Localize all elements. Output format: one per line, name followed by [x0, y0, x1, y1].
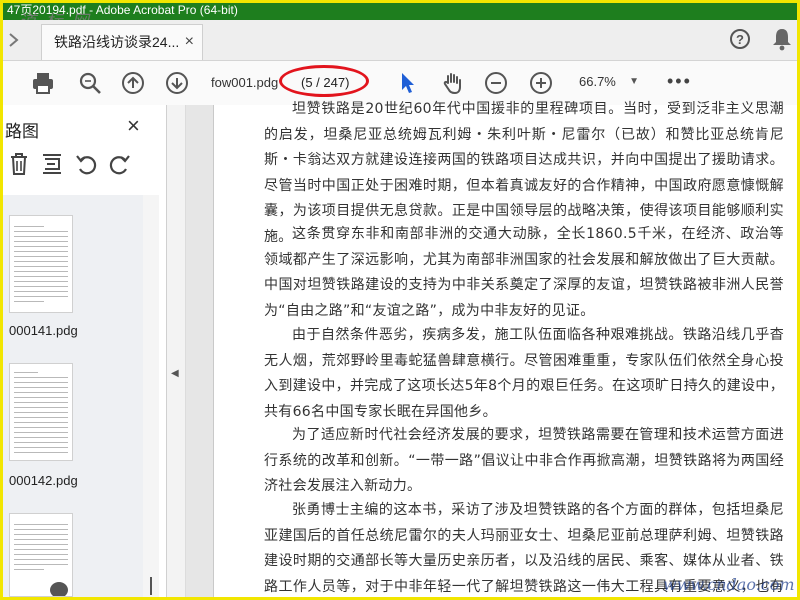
- hand-icon[interactable]: [441, 71, 465, 95]
- more-icon[interactable]: •••: [667, 71, 692, 92]
- chevron-down-icon: ▼: [629, 76, 639, 87]
- watermark-bottom: www.cndao.com: [663, 575, 795, 594]
- zoom-dropdown[interactable]: 66.7% ▼: [573, 69, 643, 95]
- menu-arrow-icon[interactable]: [7, 32, 21, 48]
- tab-close-icon[interactable]: ×: [185, 25, 194, 59]
- extract-icon[interactable]: [41, 153, 63, 175]
- thumbnail-label: 000142.pdg: [9, 473, 78, 488]
- thumbnail-label: 000141.pdg: [9, 323, 78, 338]
- rotate-right-icon[interactable]: [109, 153, 131, 175]
- help-circle-icon[interactable]: ?: [730, 29, 750, 49]
- page-up-icon[interactable]: [121, 71, 145, 95]
- document-tab-label: 铁路沿线访谈录24...: [54, 34, 180, 50]
- pointer-icon[interactable]: [399, 71, 417, 95]
- collapse-arrow-icon[interactable]: ◀: [171, 368, 179, 379]
- thumbnail-scrollbar[interactable]: [143, 195, 159, 597]
- panel-title: 路图: [5, 122, 39, 141]
- panel-close-icon[interactable]: ×: [127, 113, 140, 139]
- page-thumbnail[interactable]: [9, 363, 73, 461]
- print-icon[interactable]: [31, 71, 55, 95]
- filename-label: fow001.pdg: [211, 75, 279, 90]
- rotate-left-icon[interactable]: [75, 153, 97, 175]
- thumbnail-list: 000141.pdg 000142.pdg: [3, 195, 143, 597]
- title-bar: 47页20194.pdf - Adobe Acrobat Pro (64-bit…: [3, 3, 797, 20]
- highlight-ellipse: [279, 65, 369, 97]
- paragraph: 这条贯穿东非和南部非洲的交通大动脉，全长1860.5千米，在经济、政治等领域都产…: [264, 226, 784, 319]
- acrobat-window: 47页20194.pdf - Adobe Acrobat Pro (64-bit…: [0, 0, 800, 600]
- page-thumbnail[interactable]: [9, 215, 73, 313]
- delete-icon[interactable]: [9, 153, 29, 175]
- scrollbar-grip[interactable]: [150, 577, 152, 595]
- panel-collapse-rail[interactable]: ◀: [167, 105, 186, 597]
- paragraph: 由于自然条件恶劣，疾病多发，施工队伍面临各种艰难挑战。铁路沿线几乎杳无人烟，荒郊…: [264, 327, 784, 420]
- page-thumbnail[interactable]: [9, 513, 73, 597]
- zoom-value: 66.7%: [579, 74, 616, 89]
- document-tab[interactable]: 铁路沿线访谈录24... ×: [41, 24, 203, 60]
- bell-icon[interactable]: [771, 27, 793, 51]
- zoom-in-icon[interactable]: [529, 71, 553, 95]
- tab-bar: 铁路沿线访谈录24... ×: [3, 20, 797, 61]
- document-page: 坦赞铁路是20世纪60年代中国援非的里程碑项目。当时，受到泛非主义思潮的启发，坦…: [213, 101, 797, 597]
- zoom-out-icon[interactable]: [484, 71, 508, 95]
- page-thumbnails-panel: 路图 × 000141.pdg 000142.pdg: [3, 105, 167, 597]
- page-down-icon[interactable]: [165, 71, 189, 95]
- paragraph: 为了适应新时代社会经济发展的要求，坦赞铁路需要在管理和技术运营方面进行系统的改革…: [264, 427, 784, 494]
- zoom-search-icon[interactable]: [78, 71, 102, 95]
